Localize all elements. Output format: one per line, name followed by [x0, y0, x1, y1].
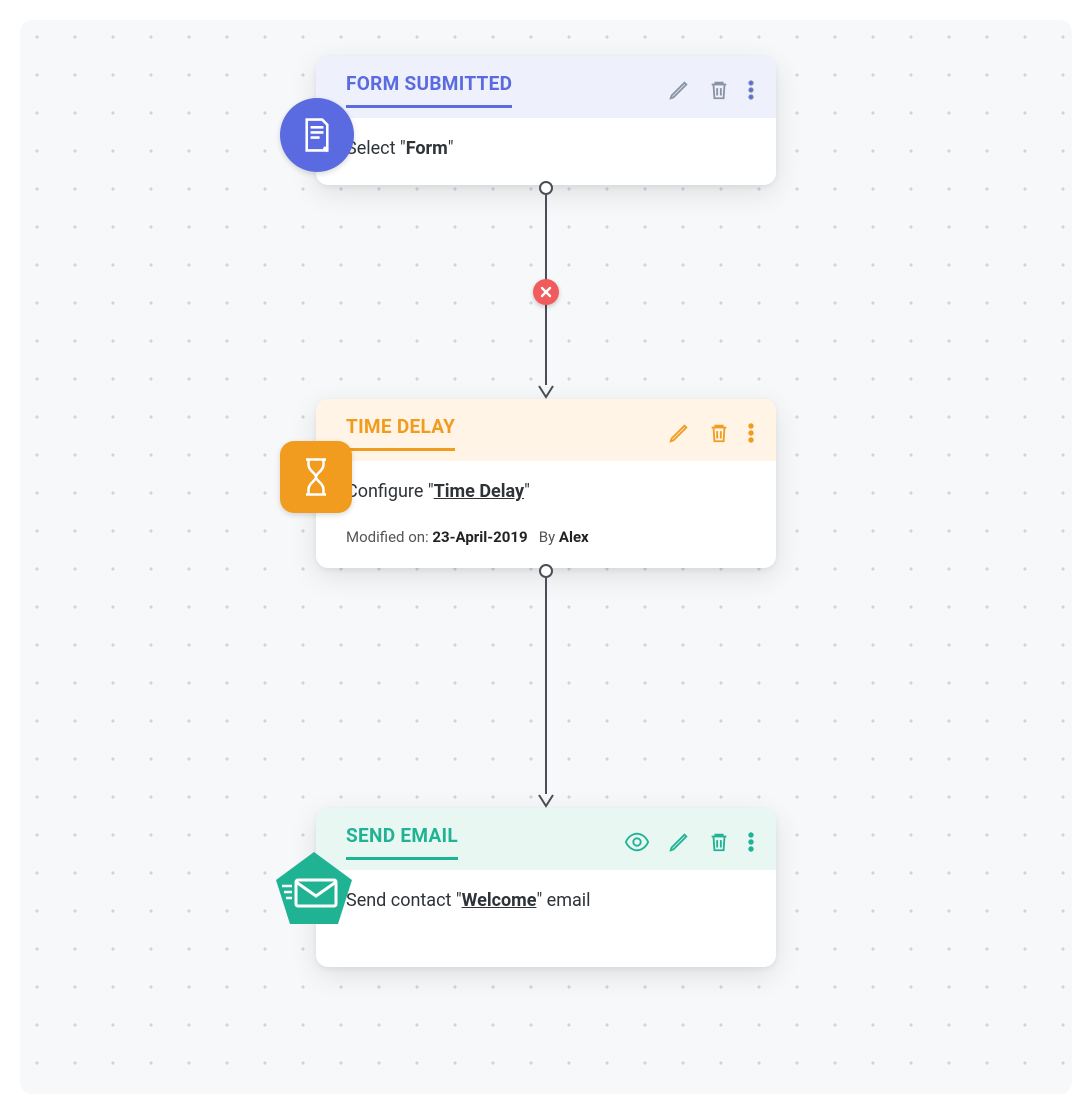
- card-header: SEND EMAIL: [316, 808, 776, 870]
- modified-date: 23-April-2019: [432, 528, 527, 546]
- node-send-email[interactable]: SEND EMAIL: [316, 808, 776, 967]
- eye-icon: [624, 831, 650, 853]
- more-button[interactable]: [748, 79, 754, 101]
- node-form-submitted[interactable]: FORM SUBMITTED: [316, 56, 776, 185]
- connector-start-node[interactable]: [539, 564, 553, 578]
- card-actions: [624, 831, 754, 853]
- connector-1: [545, 185, 547, 399]
- by-label: By: [528, 528, 559, 546]
- body-text-link[interactable]: Time Delay: [434, 481, 524, 502]
- by-value: Alex: [559, 528, 589, 546]
- connector-arrowhead: [538, 794, 554, 808]
- dots-vertical-icon: [748, 422, 754, 444]
- pencil-icon: [668, 831, 690, 853]
- connector-2: [545, 568, 547, 808]
- edit-button[interactable]: [668, 79, 690, 101]
- pentagon-envelope-icon: [272, 846, 356, 930]
- delete-button[interactable]: [708, 422, 730, 444]
- body-text-prefix: Configure ": [346, 481, 434, 502]
- more-button[interactable]: [748, 831, 754, 853]
- body-text-strong: Form: [406, 138, 448, 159]
- close-icon: [540, 286, 552, 298]
- workflow-column: FORM SUBMITTED: [20, 20, 1072, 1094]
- connector-arrowhead: [538, 385, 554, 399]
- delete-button[interactable]: [708, 831, 730, 853]
- body-text-link[interactable]: Welcome: [462, 890, 537, 911]
- connector-line: [545, 578, 547, 794]
- pencil-icon: [668, 79, 690, 101]
- connector-start-node[interactable]: [539, 181, 553, 195]
- card-body: Send contact "Welcome" email: [316, 870, 776, 967]
- card-title: TIME DELAY: [346, 415, 455, 451]
- edit-button[interactable]: [668, 422, 690, 444]
- card-header: FORM SUBMITTED: [316, 56, 776, 118]
- card-title: FORM SUBMITTED: [346, 72, 512, 108]
- card-body: Configure "Time Delay": [316, 461, 776, 528]
- body-text-suffix: " email: [536, 890, 590, 911]
- workflow-canvas[interactable]: FORM SUBMITTED: [20, 20, 1072, 1094]
- modified-label: Modified on:: [346, 528, 432, 546]
- card-header: TIME DELAY: [316, 399, 776, 461]
- card-title: SEND EMAIL: [346, 824, 458, 860]
- card-actions: [668, 79, 754, 101]
- trash-icon: [708, 79, 730, 101]
- body-text-suffix: ": [524, 481, 530, 502]
- dots-vertical-icon: [748, 79, 754, 101]
- delete-connector-button[interactable]: [533, 279, 559, 305]
- document-icon: [301, 117, 333, 153]
- form-icon-badge: [280, 98, 354, 172]
- more-button[interactable]: [748, 422, 754, 444]
- trash-icon: [708, 831, 730, 853]
- delay-icon-badge: [280, 441, 352, 513]
- card-body: Select "Form": [316, 118, 776, 185]
- trash-icon: [708, 422, 730, 444]
- hourglass-icon: [301, 457, 331, 497]
- card-footer: Modified on: 23-April-2019 By Alex: [316, 528, 776, 568]
- node-time-delay[interactable]: TIME DELAY: [316, 399, 776, 568]
- body-text-suffix: ": [448, 138, 454, 159]
- email-icon-badge: [272, 846, 356, 930]
- dots-vertical-icon: [748, 831, 754, 853]
- delete-button[interactable]: [708, 79, 730, 101]
- body-text-prefix: Select ": [346, 138, 406, 159]
- body-text-prefix: Send contact ": [346, 890, 462, 911]
- edit-button[interactable]: [668, 831, 690, 853]
- pencil-icon: [668, 422, 690, 444]
- preview-button[interactable]: [624, 831, 650, 853]
- card-actions: [668, 422, 754, 444]
